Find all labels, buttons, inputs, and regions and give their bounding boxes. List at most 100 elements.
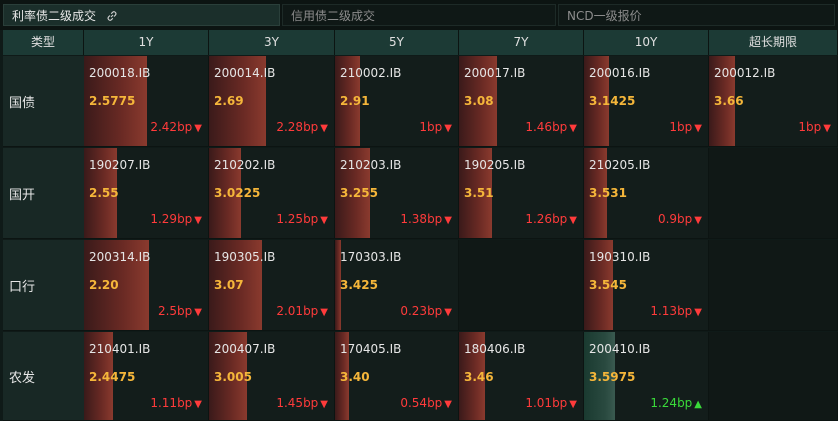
bond-cell[interactable]: 200314.IB 2.20 2.5bp ▼: [84, 240, 209, 331]
yield-change: 1.45bp ▼: [276, 396, 328, 410]
bond-code: 200410.IB: [589, 342, 651, 356]
triangle-down-icon: ▼: [569, 123, 577, 134]
bond-cell[interactable]: 200016.IB 3.1425 1bp ▼: [584, 56, 709, 147]
yield-change-value: 2.01bp: [276, 304, 319, 318]
bond-code: 170405.IB: [340, 342, 402, 356]
bond-yield: 3.08: [464, 94, 494, 108]
bond-yield: 3.5975: [589, 370, 636, 384]
yield-change: 2.42bp ▼: [150, 120, 202, 134]
bond-yield: 2.20: [89, 278, 119, 292]
yield-change-value: 2.5bp: [157, 304, 193, 318]
empty-cell: [459, 240, 584, 331]
yield-change-value: 1.38bp: [400, 212, 443, 226]
bond-yield: 3.07: [214, 278, 244, 292]
bond-cell[interactable]: 210205.IB 3.531 0.9bp ▼: [584, 148, 709, 239]
yield-change-value: 1bp: [669, 120, 693, 134]
triangle-down-icon: ▼: [694, 123, 702, 134]
tab-label: 利率债二级成交: [12, 9, 97, 23]
row-header: 农发: [3, 332, 84, 421]
bond-yield: 2.5775: [89, 94, 136, 108]
triangle-down-icon: ▼: [569, 215, 577, 226]
bond-cell[interactable]: 200017.IB 3.08 1.46bp ▼: [459, 56, 584, 147]
column-header: 3Y: [209, 30, 335, 55]
yield-change: 1.01bp ▼: [525, 396, 577, 410]
bond-cell[interactable]: 210203.IB 3.255 1.38bp ▼: [335, 148, 459, 239]
yield-change-value: 1bp: [419, 120, 443, 134]
triangle-down-icon: ▼: [823, 123, 831, 134]
yield-change-value: 2.42bp: [150, 120, 193, 134]
yield-change: 1.24bp ▲: [650, 396, 702, 410]
yield-change: 2.5bp ▼: [158, 304, 202, 318]
bond-code: 200018.IB: [89, 66, 151, 80]
triangle-down-icon: ▼: [320, 307, 328, 318]
rate-bond-table: 类型 1Y 3Y 5Y 7Y 10Y 超长期限 国债 200018.IB 2.5775 2.42bp…: [3, 30, 838, 421]
yield-change-value: 2.28bp: [276, 120, 319, 134]
triangle-down-icon: ▼: [444, 307, 452, 318]
bond-cell[interactable]: 190305.IB 3.07 2.01bp ▼: [209, 240, 335, 331]
yield-change: 1.13bp ▼: [650, 304, 702, 318]
column-header: 超长期限: [709, 30, 838, 55]
bond-yield: 3.46: [464, 370, 494, 384]
yield-change-value: 1.45bp: [276, 396, 319, 410]
triangle-down-icon: ▼: [194, 215, 202, 226]
triangle-down-icon: ▼: [320, 399, 328, 410]
triangle-down-icon: ▼: [194, 399, 202, 410]
bond-yield: 3.66: [714, 94, 744, 108]
bond-cell[interactable]: 200014.IB 2.69 2.28bp ▼: [209, 56, 335, 147]
bond-cell[interactable]: 210202.IB 3.0225 1.25bp ▼: [209, 148, 335, 239]
column-header: 7Y: [459, 30, 584, 55]
yield-change-value: 1.46bp: [525, 120, 568, 134]
yield-change-value: 1.01bp: [525, 396, 568, 410]
yield-change: 1.46bp ▼: [525, 120, 577, 134]
bond-cell[interactable]: 210401.IB 2.4475 1.11bp ▼: [84, 332, 209, 421]
bond-code: 210203.IB: [340, 158, 402, 172]
triangle-up-icon: ▲: [694, 399, 702, 410]
yield-change: 1.25bp ▼: [276, 212, 328, 226]
bond-code: 200314.IB: [89, 250, 151, 264]
yield-change: 1.11bp ▼: [150, 396, 202, 410]
bond-yield: 3.1425: [589, 94, 636, 108]
yield-change: 2.28bp ▼: [276, 120, 328, 134]
empty-cell: [709, 332, 838, 421]
bond-cell[interactable]: 200012.IB 3.66 1bp ▼: [709, 56, 838, 147]
column-header: 类型: [3, 30, 84, 55]
yield-change-value: 1bp: [798, 120, 822, 134]
yield-change: 1bp ▼: [669, 120, 702, 134]
bond-code: 200016.IB: [589, 66, 651, 80]
yield-change-value: 0.54bp: [400, 396, 443, 410]
bond-cell[interactable]: 200407.IB 3.005 1.45bp ▼: [209, 332, 335, 421]
bond-code: 170303.IB: [340, 250, 402, 264]
bond-code: 200017.IB: [464, 66, 526, 80]
tab-bar: 利率债二级成交 信用债二级成交 NCD一级报价: [0, 0, 838, 30]
tab-label: 信用债二级成交: [291, 9, 376, 23]
tab-rate-bond-secondary[interactable]: 利率债二级成交: [3, 4, 280, 26]
tab-credit-bond-secondary[interactable]: 信用债二级成交: [282, 4, 556, 26]
bond-cell[interactable]: 190310.IB 3.545 1.13bp ▼: [584, 240, 709, 331]
bond-code: 180406.IB: [464, 342, 526, 356]
yield-change: 0.54bp ▼: [400, 396, 452, 410]
link-icon[interactable]: [106, 10, 118, 22]
bond-cell[interactable]: 210002.IB 2.91 1bp ▼: [335, 56, 459, 147]
bond-cell[interactable]: 180406.IB 3.46 1.01bp ▼: [459, 332, 584, 421]
bond-yield: 2.55: [89, 186, 119, 200]
bond-yield: 3.255: [340, 186, 378, 200]
empty-cell: [709, 240, 838, 331]
empty-cell: [709, 148, 838, 239]
bond-cell[interactable]: 190207.IB 2.55 1.29bp ▼: [84, 148, 209, 239]
bond-code: 200407.IB: [214, 342, 276, 356]
column-header: 1Y: [84, 30, 209, 55]
triangle-down-icon: ▼: [320, 215, 328, 226]
bond-cell[interactable]: 170405.IB 3.40 0.54bp ▼: [335, 332, 459, 421]
bond-cell[interactable]: 190205.IB 3.51 1.26bp ▼: [459, 148, 584, 239]
yield-change-value: 0.9bp: [657, 212, 693, 226]
yield-change-value: 1.13bp: [650, 304, 693, 318]
yield-change: 1.26bp ▼: [525, 212, 577, 226]
bond-cell[interactable]: 170303.IB 3.425 0.23bp ▼: [335, 240, 459, 331]
bond-code: 210202.IB: [214, 158, 276, 172]
triangle-down-icon: ▼: [694, 307, 702, 318]
bond-cell[interactable]: 200410.IB 3.5975 1.24bp ▲: [584, 332, 709, 421]
tab-ncd-primary-quote[interactable]: NCD一级报价: [558, 4, 835, 26]
bond-yield: 2.69: [214, 94, 244, 108]
bond-cell[interactable]: 200018.IB 2.5775 2.42bp ▼: [84, 56, 209, 147]
bond-yield: 2.4475: [89, 370, 136, 384]
